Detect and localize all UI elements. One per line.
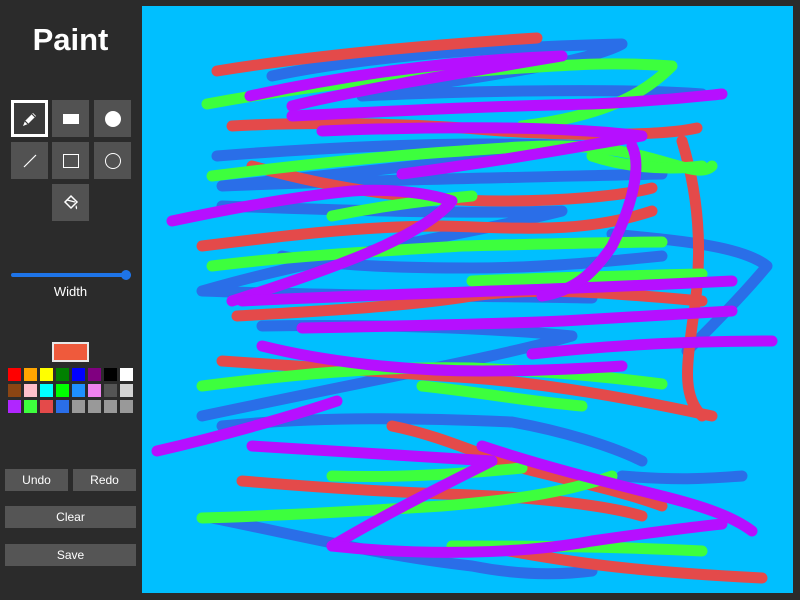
width-slider[interactable] <box>11 268 131 282</box>
color-swatch[interactable] <box>40 400 53 413</box>
color-swatch[interactable] <box>88 400 101 413</box>
color-swatch[interactable] <box>72 384 85 397</box>
color-swatch[interactable] <box>56 400 69 413</box>
redo-button[interactable]: Redo <box>73 469 136 491</box>
circle-outline-icon <box>103 151 123 171</box>
filled-circle-icon <box>103 109 123 129</box>
fill-tool-button[interactable] <box>52 184 89 221</box>
rectangle-tool-button[interactable] <box>52 142 89 179</box>
width-label: Width <box>53 284 88 299</box>
color-swatch[interactable] <box>8 368 21 381</box>
color-swatch[interactable] <box>24 368 37 381</box>
color-swatch[interactable] <box>72 368 85 381</box>
color-swatch[interactable] <box>88 368 101 381</box>
color-swatch[interactable] <box>24 384 37 397</box>
brush-tool-button[interactable] <box>11 100 48 137</box>
canvas-drawing <box>151 32 778 584</box>
filled-rectangle-icon <box>62 112 80 126</box>
sidebar: Paint Width Undo Redo Clear Save <box>0 0 141 600</box>
undo-button[interactable]: Undo <box>5 469 68 491</box>
width-slider-track <box>11 273 131 277</box>
color-swatch[interactable] <box>88 384 101 397</box>
color-swatch[interactable] <box>24 400 37 413</box>
color-swatch[interactable] <box>40 384 53 397</box>
pencil-icon <box>20 109 40 129</box>
save-button[interactable]: Save <box>5 544 136 566</box>
color-swatch[interactable] <box>104 400 117 413</box>
color-swatch[interactable] <box>56 384 69 397</box>
color-swatch[interactable] <box>120 400 133 413</box>
color-swatch[interactable] <box>72 400 85 413</box>
paint-bucket-icon <box>61 193 81 213</box>
line-tool-button[interactable] <box>11 142 48 179</box>
color-swatch[interactable] <box>8 400 21 413</box>
app-title: Paint <box>32 22 109 57</box>
circle-tool-button[interactable] <box>94 142 131 179</box>
drawing-canvas[interactable] <box>142 6 793 593</box>
width-slider-thumb[interactable] <box>121 270 131 280</box>
color-swatch[interactable] <box>104 384 117 397</box>
line-icon <box>21 152 39 170</box>
color-swatch[interactable] <box>40 368 53 381</box>
color-swatch[interactable] <box>104 368 117 381</box>
clear-button[interactable]: Clear <box>5 506 136 528</box>
filled-circle-tool-button[interactable] <box>94 100 131 137</box>
color-swatch[interactable] <box>56 368 69 381</box>
current-color-preview[interactable] <box>52 342 89 362</box>
rectangle-outline-icon <box>62 153 80 169</box>
color-swatch[interactable] <box>120 368 133 381</box>
color-swatch[interactable] <box>8 384 21 397</box>
filled-rectangle-tool-button[interactable] <box>52 100 89 137</box>
color-swatch[interactable] <box>120 384 133 397</box>
